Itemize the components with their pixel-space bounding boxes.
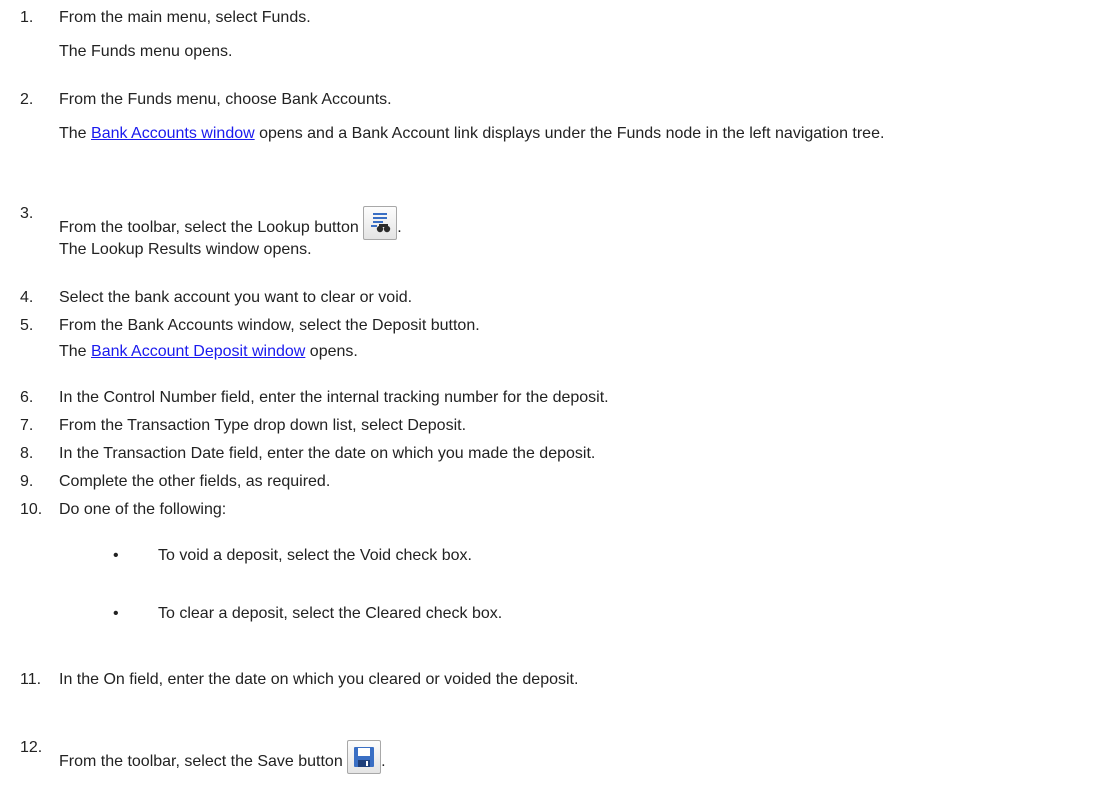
step-number: 11. — [20, 671, 42, 688]
step-number: 6. — [20, 389, 34, 406]
step-text: In the On field, enter the date on which… — [59, 671, 579, 688]
step-number: 2. — [20, 91, 34, 108]
step-result: The Funds menu opens. — [59, 43, 233, 60]
bullet-icon: • — [113, 605, 119, 622]
bullet-icon: • — [113, 547, 119, 564]
step-number: 9. — [20, 473, 34, 490]
step-number: 10. — [20, 501, 43, 518]
bank-account-deposit-window-link[interactable]: Bank Account Deposit window — [91, 343, 305, 360]
lookup-binoculars-icon — [363, 206, 398, 240]
step-result: The Bank Accounts window opens and a Ban… — [59, 125, 885, 142]
step-number: 4. — [20, 289, 34, 306]
step-text: From the main menu, select Funds. — [59, 9, 311, 26]
step-result: The Lookup Results window opens. — [59, 241, 312, 258]
step-text: From the Transaction Type drop down list… — [59, 417, 467, 434]
step-text: In the Transaction Date field, enter the… — [59, 445, 596, 462]
step-text: Select the bank account you want to clea… — [59, 289, 413, 306]
step-text: From the Bank Accounts window, select th… — [59, 317, 480, 334]
step-text: From the toolbar, select the Save button… — [59, 738, 386, 774]
step-text: Complete the other fields, as required. — [59, 473, 331, 490]
bullet-text: To clear a deposit, select the Cleared c… — [158, 605, 503, 622]
save-floppy-icon — [347, 740, 382, 774]
step-text: From the Funds menu, choose Bank Account… — [59, 91, 392, 108]
step-number: 12. — [20, 739, 43, 756]
step-text: From the toolbar, select the Lookup butt… — [59, 204, 402, 240]
step-text: Do one of the following: — [59, 501, 227, 518]
bullet-text: To void a deposit, select the Void check… — [158, 547, 472, 564]
step-number: 8. — [20, 445, 34, 462]
bank-accounts-window-link[interactable]: Bank Accounts window — [91, 125, 255, 142]
step-number: 3. — [20, 205, 34, 222]
step-result: The Bank Account Deposit window opens. — [59, 343, 358, 360]
step-number: 7. — [20, 417, 34, 434]
step-number: 5. — [20, 317, 34, 334]
step-text: In the Control Number field, enter the i… — [59, 389, 609, 406]
step-number: 1. — [20, 9, 34, 26]
